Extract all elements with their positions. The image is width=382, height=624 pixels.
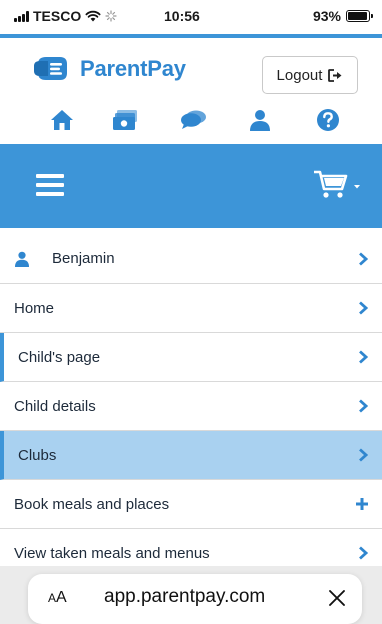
- profile-icon[interactable]: [246, 106, 274, 134]
- chevron-right-icon: [359, 350, 368, 364]
- menu-item-label: Child's page: [18, 348, 101, 366]
- hamburger-icon[interactable]: [36, 174, 64, 196]
- chevron-down-icon: [354, 185, 360, 189]
- menu-item-label: Home: [14, 299, 55, 317]
- status-right: 93%: [312, 8, 373, 24]
- home-icon[interactable]: [48, 106, 76, 134]
- payments-icon[interactable]: [112, 106, 140, 134]
- main-navbar: [0, 144, 382, 228]
- parentpay-logo-icon: [34, 57, 67, 80]
- text-size-button[interactable]: AA: [48, 589, 67, 607]
- parentpay-logo[interactable]: ParentPay: [34, 54, 186, 84]
- battery-icon: [346, 10, 373, 22]
- logout-button[interactable]: Logout: [262, 56, 358, 94]
- menu-item-child[interactable]: Benjamin: [0, 234, 382, 284]
- logout-label: Logout: [276, 66, 323, 84]
- signal-icon: [14, 10, 29, 22]
- user-icon: [15, 251, 29, 267]
- quick-links: [0, 106, 382, 136]
- menu-item-clubs[interactable]: Clubs: [0, 431, 382, 480]
- logout-icon: [328, 68, 342, 82]
- wifi-icon: [85, 10, 101, 22]
- menu-item-label: View taken meals and menus: [14, 544, 210, 562]
- menu-item-childs-page[interactable]: Child's page: [0, 333, 382, 382]
- menu-item-book-meals[interactable]: Book meals and places: [0, 480, 382, 529]
- status-bar: TESCO 10:56 93%: [0, 0, 382, 36]
- menu-item-home[interactable]: Home: [0, 284, 382, 333]
- cart-icon[interactable]: [312, 168, 362, 202]
- close-icon[interactable]: [328, 589, 346, 607]
- clock: 10:56: [164, 8, 200, 24]
- chevron-right-icon: [359, 251, 368, 266]
- menu-item-label: Book meals and places: [14, 495, 170, 513]
- chevron-right-icon: [359, 546, 368, 560]
- brand-name: ParentPay: [80, 56, 186, 81]
- messages-icon[interactable]: [180, 106, 208, 134]
- help-icon[interactable]: [314, 106, 342, 134]
- address-bar[interactable]: AA app.parentpay.com: [28, 574, 362, 624]
- status-left: TESCO: [14, 8, 117, 24]
- menu-item-label: Benjamin: [52, 250, 115, 267]
- header-accent-rule: [0, 34, 382, 38]
- chevron-right-icon: [359, 399, 368, 413]
- menu-item-label: Child details: [14, 397, 96, 415]
- carrier-label: TESCO: [33, 8, 82, 24]
- chevron-right-icon: [359, 301, 368, 315]
- menu-item-child-details[interactable]: Child details: [0, 382, 382, 431]
- url-text[interactable]: app.parentpay.com: [104, 586, 265, 608]
- menu-item-label: Clubs: [18, 446, 57, 464]
- browser-toolbar: AA app.parentpay.com: [0, 566, 382, 624]
- side-menu: Benjamin Home Child's page Child details…: [0, 234, 382, 578]
- loading-spinner-icon: [105, 10, 117, 22]
- chevron-right-icon: [359, 448, 368, 462]
- battery-percent: 93%: [312, 8, 341, 24]
- plus-icon: [356, 498, 368, 510]
